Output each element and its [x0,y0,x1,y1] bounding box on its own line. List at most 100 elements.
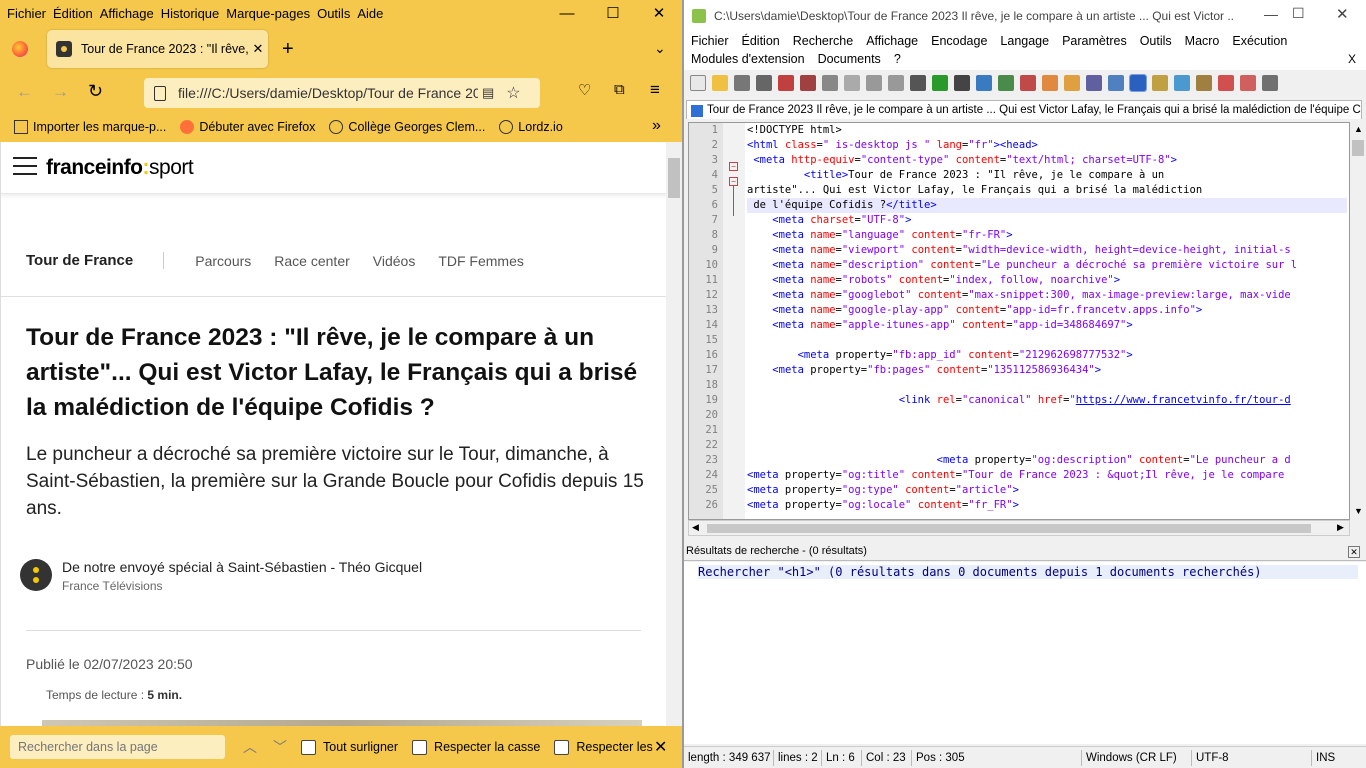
reader-view-icon[interactable]: ▤ [482,85,494,101]
author-name[interactable]: De notre envoyé spécial à Saint-Sébastie… [62,559,422,575]
npp-menu-documents[interactable]: Documents [818,52,881,66]
find-close-icon[interactable]: ✕ [654,737,667,757]
bookmark-debuter[interactable]: Débuter avec Firefox [180,120,315,134]
wrap-icon[interactable] [1086,75,1102,91]
match-diacritics-checkbox[interactable]: Respecter les [554,739,653,755]
npp-menu-recherche[interactable]: Recherche [793,34,853,48]
close-file-icon[interactable] [778,75,794,91]
close-icon[interactable]: ✕ [636,0,682,26]
find-icon[interactable] [954,75,970,91]
maximize-icon[interactable]: ☐ [1292,5,1305,22]
list-tabs-icon[interactable]: ⌄ [654,40,666,57]
npp-menu-help[interactable]: ? [894,52,901,66]
scroll-right-icon[interactable]: ▶ [1337,522,1344,533]
npp-menu-affichage[interactable]: Affichage [866,34,918,48]
scrollbar-thumb[interactable] [668,158,680,198]
code-line[interactable]: <meta name="robots" content="index, foll… [747,273,1347,288]
npp-menu-execution[interactable]: Exécution [1232,34,1287,48]
udl-icon[interactable] [1152,75,1168,91]
show-all-chars-icon[interactable] [1108,75,1124,91]
menu-aide[interactable]: Aide [357,6,383,21]
code-line[interactable]: <meta name="viewport" content="width=dev… [747,243,1347,258]
function-list-icon[interactable] [1196,75,1212,91]
npp-close-doc-x[interactable]: X [1348,52,1356,66]
indent-guide-icon[interactable] [1129,74,1147,92]
code-line[interactable]: <meta property="og:title" content="Tour … [747,468,1347,483]
bookmark-star-icon[interactable]: ☆ [506,83,520,103]
more-bookmarks-icon[interactable]: » [652,117,661,135]
redo-icon[interactable] [932,75,948,91]
code-line[interactable]: <meta property="fb:pages" content="13511… [747,363,1347,378]
code-line[interactable]: <link rel="canonical" href="https://www.… [747,393,1347,408]
zoom-out-icon[interactable] [1020,75,1036,91]
forward-icon[interactable]: → [52,82,69,102]
save-all-icon[interactable] [756,75,772,91]
code-line[interactable]: <meta name="apple-itunes-app" content="a… [747,318,1347,333]
sync-v-icon[interactable] [1042,75,1058,91]
npp-document-tab[interactable]: Tour de France 2023 Il rêve, je le compa… [686,100,1362,119]
macro-icon[interactable] [1262,75,1278,91]
paste-icon[interactable] [888,75,904,91]
nav-race-center[interactable]: Race center [274,253,349,269]
code-area[interactable]: <!DOCTYPE html> <html class=" is-desktop … [747,123,1347,513]
save-icon[interactable] [734,75,750,91]
close-all-icon[interactable] [800,75,816,91]
highlight-all-checkbox[interactable]: Tout surligner [301,739,398,755]
code-line[interactable] [747,408,1347,423]
extensions-icon[interactable]: ⧉ [614,81,625,98]
doc-map-icon[interactable] [1174,75,1190,91]
code-line[interactable]: <meta charset="UTF-8"> [747,213,1347,228]
code-line[interactable]: <meta property="og:description" content=… [747,453,1347,468]
npp-menu-encodage[interactable]: Encodage [931,34,987,48]
find-previous-icon[interactable]: ︿ [243,737,257,757]
code-line[interactable] [747,333,1347,348]
scroll-left-icon[interactable]: ◀ [692,522,699,533]
npp-menu-outils[interactable]: Outils [1140,34,1172,48]
app-menu-icon[interactable]: ≡ [650,80,660,100]
fold-icon[interactable]: − [729,162,738,171]
code-line[interactable]: <html class=" is-desktop js " lang="fr">… [747,138,1347,153]
npp-menu-fichier[interactable]: Fichier [691,34,729,48]
search-results-panel[interactable]: Rechercher "<h1>" (0 résultats dans 0 do… [684,562,1366,744]
editor-horizontal-scrollbar[interactable]: ◀ ▶ [688,520,1350,536]
menu-historique[interactable]: Historique [161,6,220,21]
code-line[interactable] [747,423,1347,438]
nav-tdf-femmes[interactable]: TDF Femmes [438,253,524,269]
scrollbar-thumb[interactable] [1352,140,1364,156]
replace-icon[interactable] [976,75,992,91]
open-file-icon[interactable] [712,75,728,91]
code-line[interactable]: <meta name="googlebot" content="max-snip… [747,288,1347,303]
code-line[interactable]: <meta name="description" content="Le pun… [747,258,1347,273]
status-encoding[interactable]: UTF-8 [1192,749,1312,766]
menu-outils[interactable]: Outils [317,6,350,21]
code-line[interactable]: de l'équipe Cofidis ?</title> [747,198,1347,213]
bookmark-lordz[interactable]: Lordz.io [499,120,563,134]
npp-menu-macro[interactable]: Macro [1185,34,1220,48]
status-eol[interactable]: Windows (CR LF) [1082,749,1192,766]
code-editor[interactable]: 1 2 3 4 5 6 7 8 9 10 11 12 13 14 15 16 17 18 19 20 21 22 23 24 2… [688,122,1350,520]
code-line[interactable]: <meta property="og:locale" content="fr_F… [747,498,1347,513]
menu-fichier[interactable]: Fichier [7,6,46,21]
cut-icon[interactable] [844,75,860,91]
status-ins[interactable]: INS [1312,750,1352,766]
undo-icon[interactable] [910,75,926,91]
back-icon[interactable]: ← [16,82,33,102]
code-line[interactable]: <meta name="language" content="fr-FR"> [747,228,1347,243]
code-line[interactable]: <title>Tour de France 2023 : "Il rêve, j… [747,168,1347,183]
code-line[interactable]: <meta http-equiv="content-type" content=… [747,153,1347,168]
maximize-icon[interactable]: ☐ [590,0,636,26]
npp-menu-modules[interactable]: Modules d'extension [691,52,805,66]
new-tab-icon[interactable]: + [282,38,294,61]
code-line[interactable] [747,378,1347,393]
print-icon[interactable] [822,75,838,91]
pocket-icon[interactable]: ♡ [578,81,591,99]
code-line[interactable]: <!DOCTYPE html> [747,123,1347,138]
folder-workspace-icon[interactable] [1218,75,1234,91]
menu-edition[interactable]: Édition [53,6,93,21]
scroll-up-icon[interactable]: ▲ [1354,124,1363,134]
monitoring-icon[interactable] [1240,75,1256,91]
code-line[interactable]: <meta name="google-play-app" content="ap… [747,303,1347,318]
hamburger-menu-icon[interactable] [13,157,37,177]
close-icon[interactable]: ✕ [1336,5,1349,23]
find-next-icon[interactable]: ﹀ [273,737,287,757]
